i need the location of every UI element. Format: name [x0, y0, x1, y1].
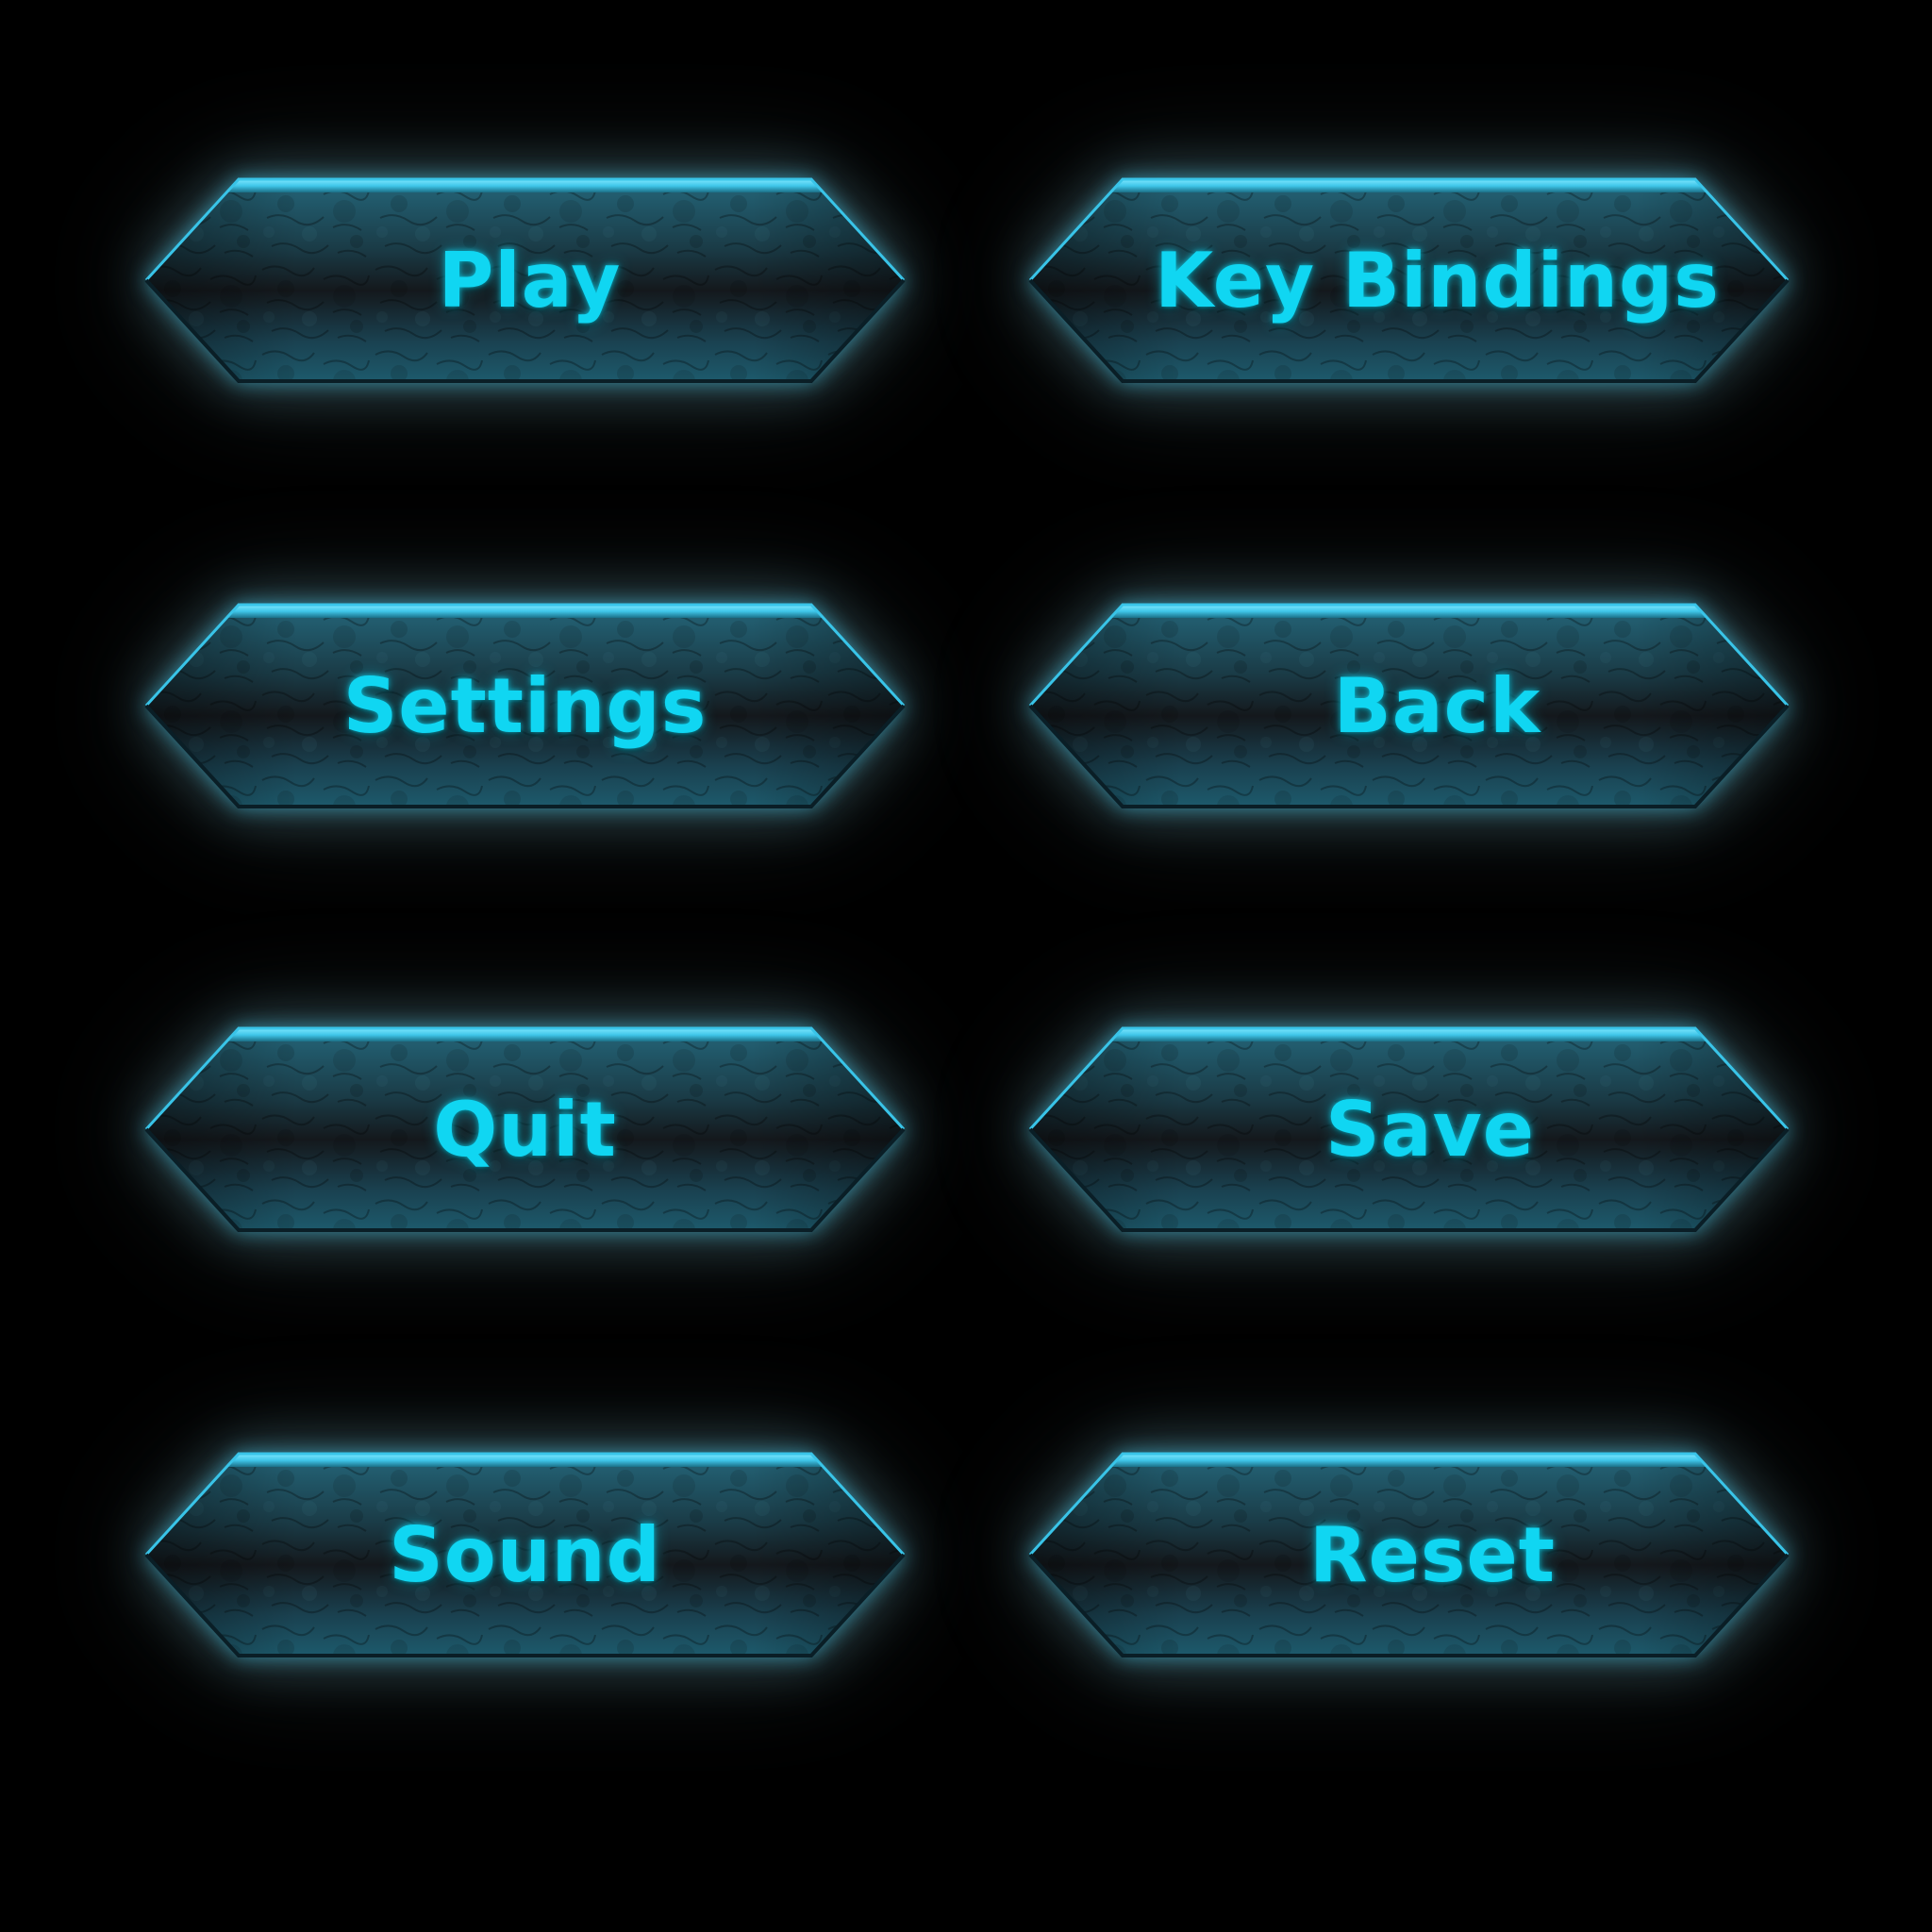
main-menu: Play Key Bindings Settings Back Quit Sav…: [0, 0, 1932, 1932]
stone-button-frame: [144, 1452, 906, 1657]
settings-button[interactable]: Settings: [144, 601, 906, 810]
stone-button-frame: [144, 1026, 906, 1232]
stone-button-frame: [144, 177, 906, 383]
stone-button-frame: [1028, 177, 1790, 383]
key-bindings-button[interactable]: Key Bindings: [1028, 175, 1790, 385]
reset-button[interactable]: Reset: [1028, 1450, 1790, 1659]
play-button[interactable]: Play: [144, 175, 906, 385]
save-button[interactable]: Save: [1028, 1024, 1790, 1234]
stone-button-frame: [1028, 603, 1790, 808]
stone-button-frame: [144, 603, 906, 808]
back-button[interactable]: Back: [1028, 601, 1790, 810]
stone-button-frame: [1028, 1452, 1790, 1657]
sound-button[interactable]: Sound: [144, 1450, 906, 1659]
quit-button[interactable]: Quit: [144, 1024, 906, 1234]
stone-button-frame: [1028, 1026, 1790, 1232]
